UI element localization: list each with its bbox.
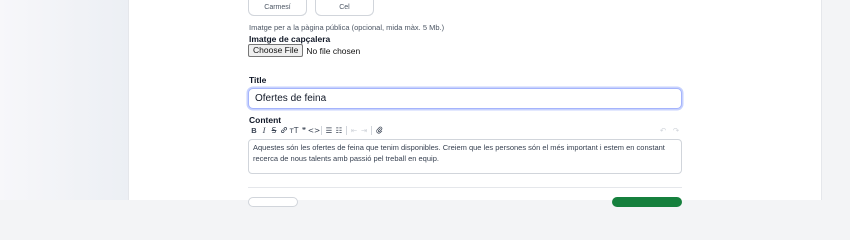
file-status: No file chosen: [306, 45, 361, 56]
title-input[interactable]: Ofertes de feina: [248, 88, 682, 109]
content-editor[interactable]: Aquestes són les ofertes de feina que te…: [248, 139, 682, 174]
strikethrough-button[interactable]: S: [269, 125, 279, 135]
color-option-cel[interactable]: Cel: [315, 0, 374, 16]
editor-toolbar: B I S ᴛT ❞ <> ☰ ☷ ⇤ ⇥ ↶ ↷: [249, 125, 681, 135]
title-label: Title: [249, 75, 267, 85]
cancel-button[interactable]: [248, 197, 298, 207]
header-image-hint: Imatge per a la pàgina pública (opcional…: [249, 23, 445, 32]
toolbar-divider: [346, 125, 347, 135]
toolbar-divider: [371, 125, 372, 135]
color-option-label: Cel: [339, 4, 350, 11]
form-divider: [248, 187, 682, 188]
save-button[interactable]: [612, 197, 682, 207]
content-label: Content: [249, 115, 282, 125]
indent-icon[interactable]: ⇥: [359, 125, 369, 135]
file-input: Choose File No file chosen: [248, 44, 360, 57]
code-icon[interactable]: <>: [308, 125, 321, 135]
outdent-icon[interactable]: ⇤: [349, 125, 359, 135]
toolbar-divider: [321, 125, 322, 135]
attach-icon[interactable]: [374, 125, 384, 135]
history-controls: ↶ ↷: [658, 125, 681, 135]
choose-file-button[interactable]: Choose File: [248, 44, 304, 57]
right-gutter: [822, 0, 850, 200]
italic-button[interactable]: I: [259, 125, 269, 135]
content-text: Aquestes són les ofertes de feina que te…: [253, 143, 665, 163]
redo-icon[interactable]: ↷: [671, 125, 681, 135]
heading-button[interactable]: ᴛT: [289, 125, 299, 135]
undo-icon[interactable]: ↶: [658, 125, 668, 135]
bold-button[interactable]: B: [249, 125, 259, 135]
sidebar-background: [0, 0, 128, 200]
header-image-label: Imatge de capçalera: [249, 34, 331, 44]
title-input-value: Ofertes de feina: [255, 93, 327, 104]
color-option-carmesi[interactable]: Carmesí: [248, 0, 307, 16]
color-option-label: Carmesí: [264, 4, 291, 11]
link-icon[interactable]: [279, 125, 289, 135]
numbered-list-icon[interactable]: ☷: [334, 125, 344, 135]
bullet-list-icon[interactable]: ☰: [324, 125, 334, 135]
